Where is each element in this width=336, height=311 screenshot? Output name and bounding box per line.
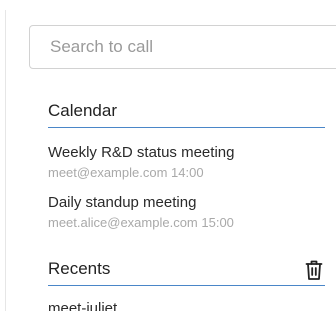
calendar-section-header: Calendar xyxy=(48,98,325,128)
recent-item[interactable]: meet-juliet xyxy=(48,300,117,311)
calendar-item[interactable]: Daily standup meeting meet.alice@example… xyxy=(48,194,328,231)
recents-section-header: Recents xyxy=(48,254,325,286)
meeting-details: meet@example.com 14:00 xyxy=(48,165,204,180)
calendar-title: Calendar xyxy=(48,101,117,120)
search-input[interactable] xyxy=(48,36,336,58)
recents-title: Recents xyxy=(48,259,111,278)
call-panel: Calendar Weekly R&D status meeting meet@… xyxy=(0,0,336,311)
trash-icon[interactable] xyxy=(305,259,323,281)
meeting-title: Daily standup meeting xyxy=(48,194,197,211)
calendar-item[interactable]: Weekly R&D status meeting meet@example.c… xyxy=(48,144,328,181)
search-box[interactable] xyxy=(29,25,336,69)
meeting-details: meet.alice@example.com 15:00 xyxy=(48,215,234,230)
meeting-title: Weekly R&D status meeting xyxy=(48,144,235,161)
panel-divider xyxy=(5,10,6,311)
